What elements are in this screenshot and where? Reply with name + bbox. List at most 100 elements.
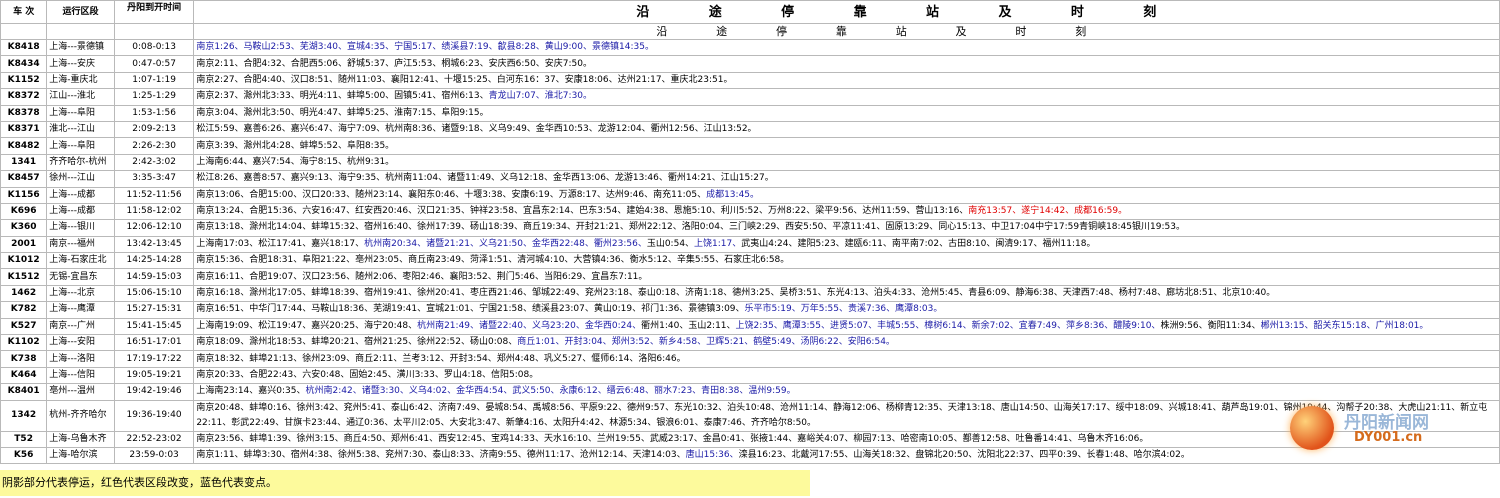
table-row: 1342 杭州-齐齐哈尔 19:36-19:40 南京20:48、蚌埠0:16、徐州3… — [0, 399, 1500, 432]
stops-segment: 株洲9:56、衡阳11:34、 — [1160, 320, 1261, 331]
stops-cell: 南京2:11、合肥4:32、合肥西5:06、舒城5:37、庐江5:53、桐城6:… — [193, 55, 1500, 73]
table-row: K8482 上海---阜阳 2:26-2:30 南京3:39、滁州北4:28、蚌埠5:… — [0, 137, 1500, 155]
globe-icon — [1290, 406, 1334, 450]
train-number-cell: K696 — [0, 202, 48, 221]
stops-segment: 成都13:45。 — [706, 189, 760, 200]
subtitle-char: 沿 — [656, 25, 668, 38]
stops-segment: 南京13:06、合肥15:00、汉口20:33、随州23:14、襄阳东0:46、… — [196, 189, 707, 200]
table-row: K1012 上海-石家庄北 14:25-14:28 南京15:36、合肥18:31、阜… — [0, 252, 1500, 270]
subtitle-char: 刻 — [1075, 25, 1087, 38]
table-row: 1341 齐齐哈尔-杭州 2:42-3:02 上海南6:44、嘉兴7:54、海宁8:1… — [0, 153, 1500, 172]
stops-segment: 南京18:09、滁州北18:53、蚌埠20:21、宿州21:25、徐州22:52… — [196, 337, 518, 348]
table-row: 2001 南京---福州 13:42-13:45 上海南17:03、松江17:41、嘉… — [0, 235, 1500, 254]
col-section-header: 运行区段 — [46, 0, 115, 24]
section-cell: 杭州-齐齐哈尔 — [46, 399, 115, 432]
table-subtitle: 沿途停靠站及时刻 — [193, 23, 1500, 40]
section-cell: 亳州---温州 — [46, 383, 115, 401]
train-number-cell: K8418 — [0, 38, 48, 57]
stops-segment: 松江5:59、嘉善6:26、嘉兴6:47、海宁7:09、杭州南8:36、诸暨9:… — [196, 124, 757, 135]
stops-cell: 南京13:06、合肥15:00、汉口20:33、随州23:14、襄阳东0:46、… — [193, 186, 1500, 204]
stops-segment: 上海南23:14、嘉兴0:35、 — [196, 386, 306, 397]
table-row: K8378 上海---阜阳 1:53-1:56 南京3:04、滁州北3:50、明光4:… — [0, 104, 1500, 122]
title-char: 站 — [926, 4, 940, 20]
stops-cell: 松江5:59、嘉善6:26、嘉兴6:47、海宁7:09、杭州南8:36、诸暨9:… — [193, 120, 1500, 139]
danyang-time-cell: 16:51-17:01 — [113, 334, 195, 352]
train-number-cell: K360 — [0, 219, 48, 237]
section-cell: 上海---洛阳 — [46, 350, 115, 368]
subheader-row: 沿途停靠站及时刻 — [0, 23, 1500, 40]
section-cell: 上海-哈尔滨 — [46, 446, 115, 465]
danyang-time-cell: 1:53-1:56 — [113, 104, 195, 122]
danyang-time-cell: 1:25-1:29 — [113, 88, 195, 106]
stops-segment: 商丘1:01、开封3:04、郑州3:52、新乡4:58、卫辉5:21、鹤壁5:4… — [517, 337, 895, 348]
danyang-time-cell: 0:47-0:57 — [113, 55, 195, 73]
stops-segment: 南京1:26、马鞍山2:53、芜湖3:40、宣城4:35、宁国5:17、绩溪县7… — [196, 42, 654, 53]
train-number-cell: K1152 — [0, 71, 48, 90]
table-row: 1462 上海---北京 15:06-15:10 南京16:18、滁州北17:05、蚌… — [0, 284, 1500, 303]
train-number-cell: 2001 — [0, 235, 48, 254]
danyang-time-cell: 3:35-3:47 — [113, 170, 195, 188]
table-row: K1156 上海---成都 11:52-11:56 南京13:06、合肥15:00、汉… — [0, 186, 1500, 204]
danyang-time-cell: 14:25-14:28 — [113, 252, 195, 270]
section-cell: 南京---福州 — [46, 235, 115, 254]
stops-segment: 南充13:57、遂宁14:42、成都16:59。 — [968, 206, 1128, 217]
watermark-domain: DY001.cn — [1354, 430, 1423, 445]
train-number-cell: K738 — [0, 350, 48, 368]
title-char: 靠 — [853, 4, 867, 20]
train-number-cell: K8378 — [0, 104, 48, 122]
danyang-time-cell: 2:42-3:02 — [113, 153, 195, 172]
stops-segment: 滦县16:23、北戴河17:55、山海关18:32、盘锦北20:50、沈阳北22… — [738, 450, 1190, 461]
header-row: 车 次 运行区段 丹阳到开时间 沿 途 停 靠 站 及 时 刻 — [0, 0, 1500, 24]
stops-cell: 上海南6:44、嘉兴7:54、海宁8:15、杭州9:31。 — [193, 153, 1500, 172]
danyang-time-cell: 11:58-12:02 — [113, 202, 195, 221]
train-number-cell: K782 — [0, 301, 48, 319]
train-number-cell: K8372 — [0, 88, 48, 106]
stops-cell: 南京3:39、滁州北4:28、蚌埠5:52、阜阳8:35。 — [193, 137, 1500, 155]
section-cell: 上海---阜阳 — [46, 104, 115, 122]
danyang-time-cell: 15:06-15:10 — [113, 284, 195, 303]
stops-segment: 南京3:39、滁州北4:28、蚌埠5:52、阜阳8:35。 — [196, 140, 395, 151]
section-cell: 上海---安阳 — [46, 334, 115, 352]
danyang-time-cell: 19:42-19:46 — [113, 383, 195, 401]
title-char: 刻 — [1143, 4, 1157, 20]
stops-segment: 武夷山4:24、建阳5:23、建瓯6:11、南平南7:02、古田8:10、闽清9… — [741, 238, 1096, 249]
stops-segment: 南京1:11、蚌埠3:30、宿州4:38、徐州5:38、兖州7:30、泰山8:3… — [196, 450, 686, 461]
stops-segment: 南京16:18、滁州北17:05、蚌埠18:39、宿州19:41、徐州20:41… — [196, 288, 1276, 299]
title-char: 时 — [1070, 4, 1084, 20]
section-cell: 上海-乌鲁木齐 — [46, 430, 115, 448]
section-cell: 江山---淮北 — [46, 88, 115, 106]
section-cell: 徐州---江山 — [46, 170, 115, 188]
danyang-time-cell: 15:41-15:45 — [113, 317, 195, 336]
subtitle-char: 靠 — [835, 25, 847, 38]
legend-note: 阴影部分代表停运，红色代表区段改变，蓝色代表变点。 — [0, 470, 810, 496]
stops-segment: 杭州南2:42、诸暨3:30、义乌4:02、金华西4:54、武义5:50、永康6… — [305, 386, 796, 397]
table-row: K8457 徐州---江山 3:35-3:47 松江8:26、嘉善8:57、嘉兴9:1… — [0, 170, 1500, 188]
table-row: K8372 江山---淮北 1:25-1:29 南京2:37、滁州北3:33、明光4:… — [0, 88, 1500, 106]
title-char: 途 — [708, 4, 722, 20]
train-number-cell: 1342 — [0, 399, 48, 432]
stops-cell: 南京2:37、滁州北3:33、明光4:11、蚌埠5:00、固镇5:41、宿州6:… — [193, 88, 1500, 106]
section-cell: 上海---银川 — [46, 219, 115, 237]
table-row: T52 上海-乌鲁木齐 22:52-23:02 南京23:56、蚌埠1:39、徐州3:… — [0, 430, 1500, 448]
stops-cell: 南京2:27、合肥4:40、汉口8:51、随州11:03、襄阳12:41、十堰1… — [193, 71, 1500, 90]
stops-cell: 南京13:24、合肥15:36、六安16:47、红安西20:46、汉口21:35… — [193, 202, 1500, 221]
stops-segment: 上饶1:17、 — [694, 238, 742, 249]
stops-cell: 南京16:18、滁州北17:05、蚌埠18:39、宿州19:41、徐州20:41… — [193, 284, 1500, 303]
stops-segment: 杭州南20:34、诸暨21:21、义乌21:50、金华西22:48、衢州23:5… — [364, 238, 647, 249]
danyang-time-cell: 1:07-1:19 — [113, 71, 195, 90]
train-number-cell: T52 — [0, 430, 48, 448]
table-row: K56 上海-哈尔滨 23:59-0:03 南京1:11、蚌埠3:30、宿州4:38、… — [0, 446, 1500, 465]
stops-cell: 南京18:09、滁州北18:53、蚌埠20:21、宿州21:25、徐州22:52… — [193, 334, 1500, 352]
stops-segment: 上海南6:44、嘉兴7:54、海宁8:15、杭州9:31。 — [196, 156, 395, 167]
table-row: K738 上海---洛阳 17:19-17:22 南京18:32、蚌埠21:13、徐州… — [0, 350, 1500, 368]
stops-segment: 乐平市5:19、万年5:55、贵溪7:36、鹰潭8:03。 — [744, 304, 943, 315]
danyang-time-cell: 2:26-2:30 — [113, 137, 195, 155]
stops-segment: 南京18:32、蚌埠21:13、徐州23:09、商丘2:11、兰考3:12、开封… — [196, 353, 686, 364]
stops-segment: 南京15:36、合肥18:31、阜阳21:22、亳州23:05、商丘南23:49… — [196, 255, 790, 266]
stops-cell: 松江8:26、嘉善8:57、嘉兴9:13、海宁9:35、杭州南11:04、诸暨1… — [193, 170, 1500, 188]
train-number-cell: 1462 — [0, 284, 48, 303]
title-char: 沿 — [636, 4, 650, 20]
danyang-time-cell: 23:59-0:03 — [113, 446, 195, 465]
danyang-time-cell: 13:42-13:45 — [113, 235, 195, 254]
timetable-sheet: 车 次 运行区段 丹阳到开时间 沿途停靠站及时刻 沿途停靠站及时刻 K8418 上… — [0, 0, 1500, 498]
